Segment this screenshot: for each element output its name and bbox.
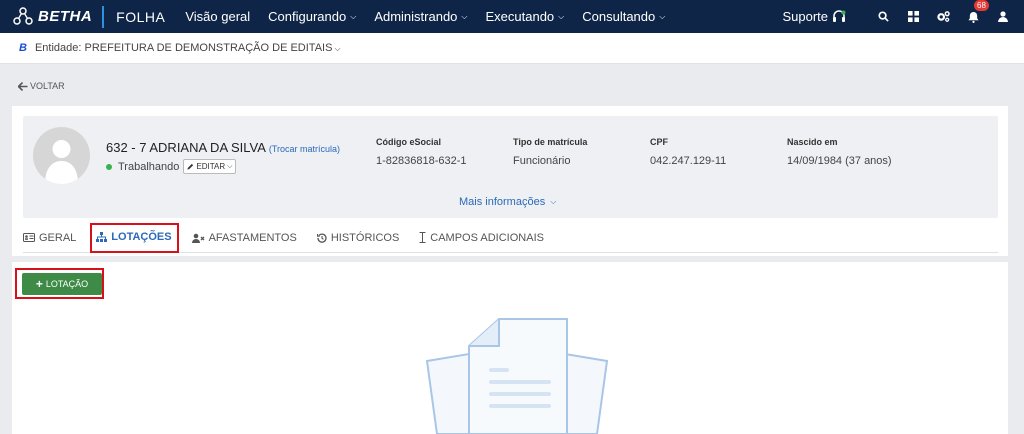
gears-icon: [936, 11, 950, 22]
settings-button[interactable]: [928, 11, 958, 22]
field-value: 1-82836818-632-1: [376, 155, 467, 167]
tab-label: GERAL: [39, 231, 77, 244]
status-dot-icon: [106, 163, 112, 170]
field-value: 14/09/1984 (37 anos): [787, 155, 892, 167]
apps-button[interactable]: [898, 11, 928, 22]
tab-label: AFASTAMENTOS: [208, 231, 297, 244]
user-icon: [998, 11, 1008, 22]
field-codigo-esocial: Código eSocial 1-82836818-632-1: [376, 137, 467, 167]
chevron-down-icon: ⌵: [550, 197, 557, 206]
arrow-left-icon: [18, 81, 28, 91]
lotacoes-panel: + LOTAÇÃO: [12, 262, 1008, 434]
user-silhouette-icon: [45, 140, 78, 184]
nav-executando[interactable]: Executando ⌵: [486, 9, 565, 24]
text-cursor-icon: [419, 232, 426, 243]
employee-name-row: 632 - 7 ADRIANA DA SILVA (Trocar matrícu…: [106, 140, 340, 155]
trocar-matricula-link[interactable]: (Trocar matrícula): [269, 144, 340, 154]
entidade-logo-icon: B: [19, 42, 27, 54]
logo-divider: [102, 5, 105, 28]
nav-consultando[interactable]: Consultando ⌵: [582, 9, 665, 24]
employee-name: 632 - 7 ADRIANA DA SILVA: [106, 140, 266, 155]
highlight-add-lotacao-button: [15, 268, 104, 299]
history-icon: [316, 233, 327, 243]
tab-afastamentos[interactable]: AFASTAMENTOS: [191, 223, 297, 253]
betha-logo-icon: [13, 6, 33, 25]
entidade-selector[interactable]: Entidade: PREFEITURA DE DEMONSTRAÇÃO DE …: [35, 42, 341, 54]
employee-status-row: Trabalhando EDITAR ⌵: [106, 159, 237, 174]
status-label: Trabalhando: [118, 160, 180, 173]
field-label: Tipo de matrícula: [513, 137, 588, 147]
tab-label: CAMPOS ADICIONAIS: [430, 231, 544, 244]
chevron-down-icon: ⌵: [558, 11, 565, 21]
tab-geral[interactable]: GERAL: [23, 223, 76, 253]
mais-informacoes-toggle[interactable]: Mais informações ⌵: [459, 196, 556, 208]
tab-historicos[interactable]: HISTÓRICOS: [316, 223, 400, 253]
user-menu-button[interactable]: [988, 11, 1018, 22]
product-name[interactable]: FOLHA: [116, 9, 165, 25]
nav-label: Administrando: [374, 9, 458, 24]
field-label: Nascido em: [787, 137, 838, 147]
highlight-lotacoes-tab: [90, 223, 179, 253]
field-label: CPF: [650, 137, 668, 147]
top-navbar: BETHA FOLHA Visão geral Configurando ⌵ Ad…: [0, 0, 1024, 33]
chevron-down-icon: ⌵: [461, 11, 468, 21]
nav-visao-geral[interactable]: Visão geral: [185, 9, 250, 24]
search-button[interactable]: [868, 11, 898, 22]
search-icon: [877, 11, 889, 22]
notifications-button[interactable]: 68: [958, 0, 989, 23]
tab-label: HISTÓRICOS: [330, 231, 400, 244]
nav-label: Visão geral: [185, 9, 251, 24]
field-label: Código eSocial: [376, 137, 442, 147]
suporte-button[interactable]: Suporte: [782, 9, 846, 24]
avatar: [33, 127, 90, 184]
suporte-label: Suporte: [782, 9, 828, 24]
back-label: VOLTAR: [30, 81, 65, 91]
entidade-bar: B Entidade: PREFEITURA DE DEMONSTRAÇÃO D…: [0, 33, 1024, 64]
field-value: Funcionário: [513, 155, 571, 167]
editar-label: EDITAR: [196, 162, 226, 171]
brand-name: BETHA: [38, 8, 93, 25]
headset-icon: [833, 9, 846, 22]
entidade-label: Entidade: PREFEITURA DE DEMONSTRAÇÃO DE …: [34, 42, 333, 54]
bell-icon: [967, 11, 979, 23]
field-cpf: CPF 042.247.129-11: [650, 137, 726, 167]
empty-documents-illustration: [425, 318, 609, 434]
field-value: 042.247.129-11: [650, 155, 727, 167]
chevron-down-icon: ⌵: [227, 162, 233, 170]
chevron-down-icon: ⌵: [334, 44, 341, 53]
chevron-down-icon: ⌵: [659, 11, 666, 21]
topbar-right-actions: Suporte 68: [782, 0, 1024, 33]
nav-configurando[interactable]: Configurando ⌵: [268, 9, 356, 24]
field-tipo-matricula: Tipo de matrícula Funcionário: [513, 137, 587, 167]
chevron-down-icon: ⌵: [350, 11, 357, 21]
grid-icon: [907, 11, 919, 22]
id-card-icon: [23, 233, 35, 242]
field-nascido-em: Nascido em 14/09/1984 (37 anos): [787, 137, 892, 167]
back-link[interactable]: VOLTAR: [18, 81, 65, 91]
user-x-icon: [191, 233, 205, 243]
editar-status-button[interactable]: EDITAR ⌵: [183, 159, 237, 174]
nav-label: Configurando: [268, 9, 347, 24]
nav-label: Executando: [485, 9, 555, 24]
nav-administrando[interactable]: Administrando ⌵: [374, 9, 467, 24]
betha-logo[interactable]: BETHA: [13, 0, 92, 33]
employee-profile-panel: 632 - 7 ADRIANA DA SILVA (Trocar matrícu…: [23, 116, 998, 218]
tab-campos-adicionais[interactable]: CAMPOS ADICIONAIS: [419, 223, 544, 253]
notifications-badge: 68: [974, 0, 989, 11]
nav-label: Consultando: [582, 9, 656, 24]
pencil-icon: [187, 163, 194, 170]
mais-informacoes-label: Mais informações: [459, 196, 546, 208]
